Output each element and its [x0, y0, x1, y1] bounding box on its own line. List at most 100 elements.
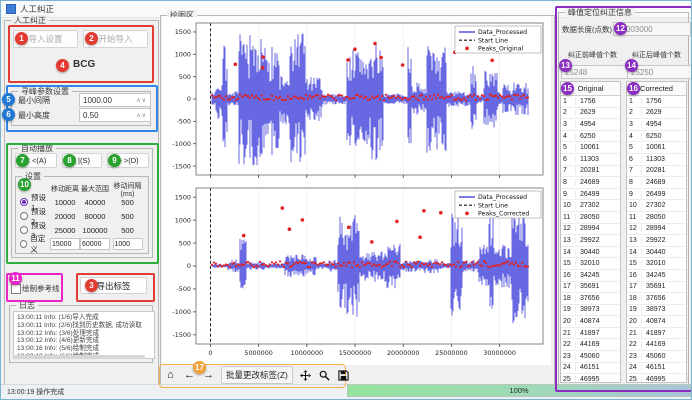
min-interval-field[interactable]: 1000.00 ∧∨	[79, 93, 151, 107]
plot-canvas[interactable]: -1500-1000-500050010001500Data_Processed…	[162, 17, 551, 365]
app-window: 人工纠正 人工纠正 导入设置 开始导入 1 2 4 BCG 寻峰参数设置 5 6…	[0, 0, 692, 400]
table-row[interactable]: 824689	[561, 177, 620, 189]
spinner-arrows-icon[interactable]: ∧∨	[136, 97, 147, 104]
row-index: 16	[561, 272, 576, 279]
peak-value: 2629	[642, 109, 686, 116]
table-row[interactable]: 1735691	[627, 282, 686, 294]
table-row[interactable]: 1430440	[561, 247, 620, 259]
table-row[interactable]: 1228994	[561, 224, 620, 236]
peak-value: 32010	[642, 260, 686, 267]
table-row[interactable]: 11756	[561, 96, 620, 108]
home-icon[interactable]: ⌂	[164, 368, 177, 382]
preset-custom-input[interactable]	[113, 238, 143, 250]
table-row[interactable]: 2040874	[627, 316, 686, 328]
svg-text:-500: -500	[176, 285, 191, 293]
table-row[interactable]: 1329922	[627, 235, 686, 247]
table-row[interactable]: 2244169	[561, 339, 620, 351]
table-row[interactable]: 1532010	[627, 258, 686, 270]
log-textarea[interactable]: 13:00:11 Info: (1/6)导入完成13:00:11 Info: (…	[13, 311, 155, 359]
min-height-field[interactable]: 0.50 ∧∨	[79, 108, 151, 122]
log-entry: 13:00:16 Info: (5/6)绘制完成	[17, 345, 151, 353]
table-row[interactable]: 46250	[627, 131, 686, 143]
peak-value: 38973	[576, 306, 620, 313]
log-hscrollbar[interactable]	[14, 355, 145, 359]
table-row[interactable]: 824689	[627, 177, 686, 189]
table-row[interactable]: 611303	[627, 154, 686, 166]
table-row[interactable]: 1027302	[561, 200, 620, 212]
callout-4: 4	[56, 59, 69, 72]
table-row[interactable]: 611303	[561, 154, 620, 166]
table-row[interactable]: 11756	[627, 96, 686, 108]
peak-info-group-title: 峰值定位纠正信息	[565, 7, 635, 18]
row-index: 24	[627, 364, 642, 371]
table-row[interactable]: 1735691	[561, 282, 620, 294]
table-row[interactable]: 1634245	[627, 270, 686, 282]
table-row[interactable]: 2345060	[627, 351, 686, 363]
row-index: 19	[561, 306, 576, 313]
table-row[interactable]: 1837656	[561, 293, 620, 305]
table-row[interactable]: 2546995	[561, 374, 620, 383]
draw-reference-checkbox[interactable]	[11, 284, 21, 294]
table-row[interactable]: 2141897	[627, 328, 686, 340]
peak-value: 44169	[642, 341, 686, 348]
table-row[interactable]: 46250	[561, 131, 620, 143]
table-row[interactable]: 1634245	[561, 270, 620, 282]
svg-text:5000000: 5000000	[244, 349, 272, 357]
peak-value: 45060	[576, 353, 620, 360]
preset-value: 500	[110, 212, 145, 221]
table-row[interactable]: 720281	[561, 166, 620, 178]
peak-value: 24689	[576, 179, 620, 186]
preset-value: 20000	[50, 212, 80, 221]
original-peaks-table[interactable]: Original 1175622629349544625051006161130…	[560, 81, 621, 383]
peak-value: 4954	[576, 121, 620, 128]
table-row[interactable]: 2446151	[627, 363, 686, 375]
preset-custom-input[interactable]	[50, 238, 80, 250]
table-row[interactable]: 22629	[561, 108, 620, 120]
table-row[interactable]: 2446151	[561, 363, 620, 375]
row-index: 24	[561, 364, 576, 371]
table-row[interactable]: 34954	[561, 119, 620, 131]
spinner-arrows-icon[interactable]: ∧∨	[136, 112, 147, 119]
callout-13: 13	[559, 59, 572, 72]
preset-radio[interactable]	[20, 198, 28, 206]
corrected-peaks-table[interactable]: Corrected 117562262934954462505100616113…	[626, 81, 687, 383]
table-row[interactable]: 926499	[561, 189, 620, 201]
table-row[interactable]: 2040874	[561, 316, 620, 328]
peak-value: 28050	[642, 214, 686, 221]
preset-radio[interactable]	[20, 212, 28, 220]
table-row[interactable]: 2546995	[627, 374, 686, 383]
peak-value: 1756	[576, 98, 620, 105]
preset-radio[interactable]	[20, 240, 27, 248]
table-row[interactable]: 926499	[627, 189, 686, 201]
table-row[interactable]: 510061	[561, 142, 620, 154]
table-row[interactable]: 2141897	[561, 328, 620, 340]
svg-text:1000: 1000	[175, 50, 191, 58]
table-row[interactable]: 510061	[627, 142, 686, 154]
table-row[interactable]: 720281	[627, 166, 686, 178]
table-row[interactable]: 22629	[627, 108, 686, 120]
table-row[interactable]: 1837656	[627, 293, 686, 305]
table-row[interactable]: 1128050	[561, 212, 620, 224]
row-index: 4	[627, 133, 642, 140]
table-row[interactable]: 1430440	[627, 247, 686, 259]
row-index: 20	[627, 318, 642, 325]
save-icon[interactable]	[337, 368, 350, 382]
table-row[interactable]: 2244169	[627, 339, 686, 351]
table-row[interactable]: 1128050	[627, 212, 686, 224]
table-row[interactable]: 1532010	[561, 258, 620, 270]
pan-arrows-icon[interactable]	[299, 368, 312, 382]
table-row[interactable]: 1329922	[561, 235, 620, 247]
row-index: 13	[561, 237, 576, 244]
batch-edit-labels-button[interactable]: 批量更改标签(Z)	[221, 366, 293, 384]
table-row[interactable]: 1228994	[627, 224, 686, 236]
figure-canvas[interactable]: -1500-1000-500050010001500Data_Processed…	[162, 17, 551, 365]
svg-text:1500: 1500	[175, 193, 191, 201]
min-height-value: 0.50	[83, 111, 99, 120]
table-row[interactable]: 1938973	[627, 305, 686, 317]
preset-custom-input[interactable]	[80, 238, 110, 250]
magnifier-icon[interactable]	[318, 368, 331, 382]
table-row[interactable]: 34954	[627, 119, 686, 131]
table-row[interactable]: 1938973	[561, 305, 620, 317]
table-row[interactable]: 1027302	[627, 200, 686, 212]
table-row[interactable]: 2345060	[561, 351, 620, 363]
